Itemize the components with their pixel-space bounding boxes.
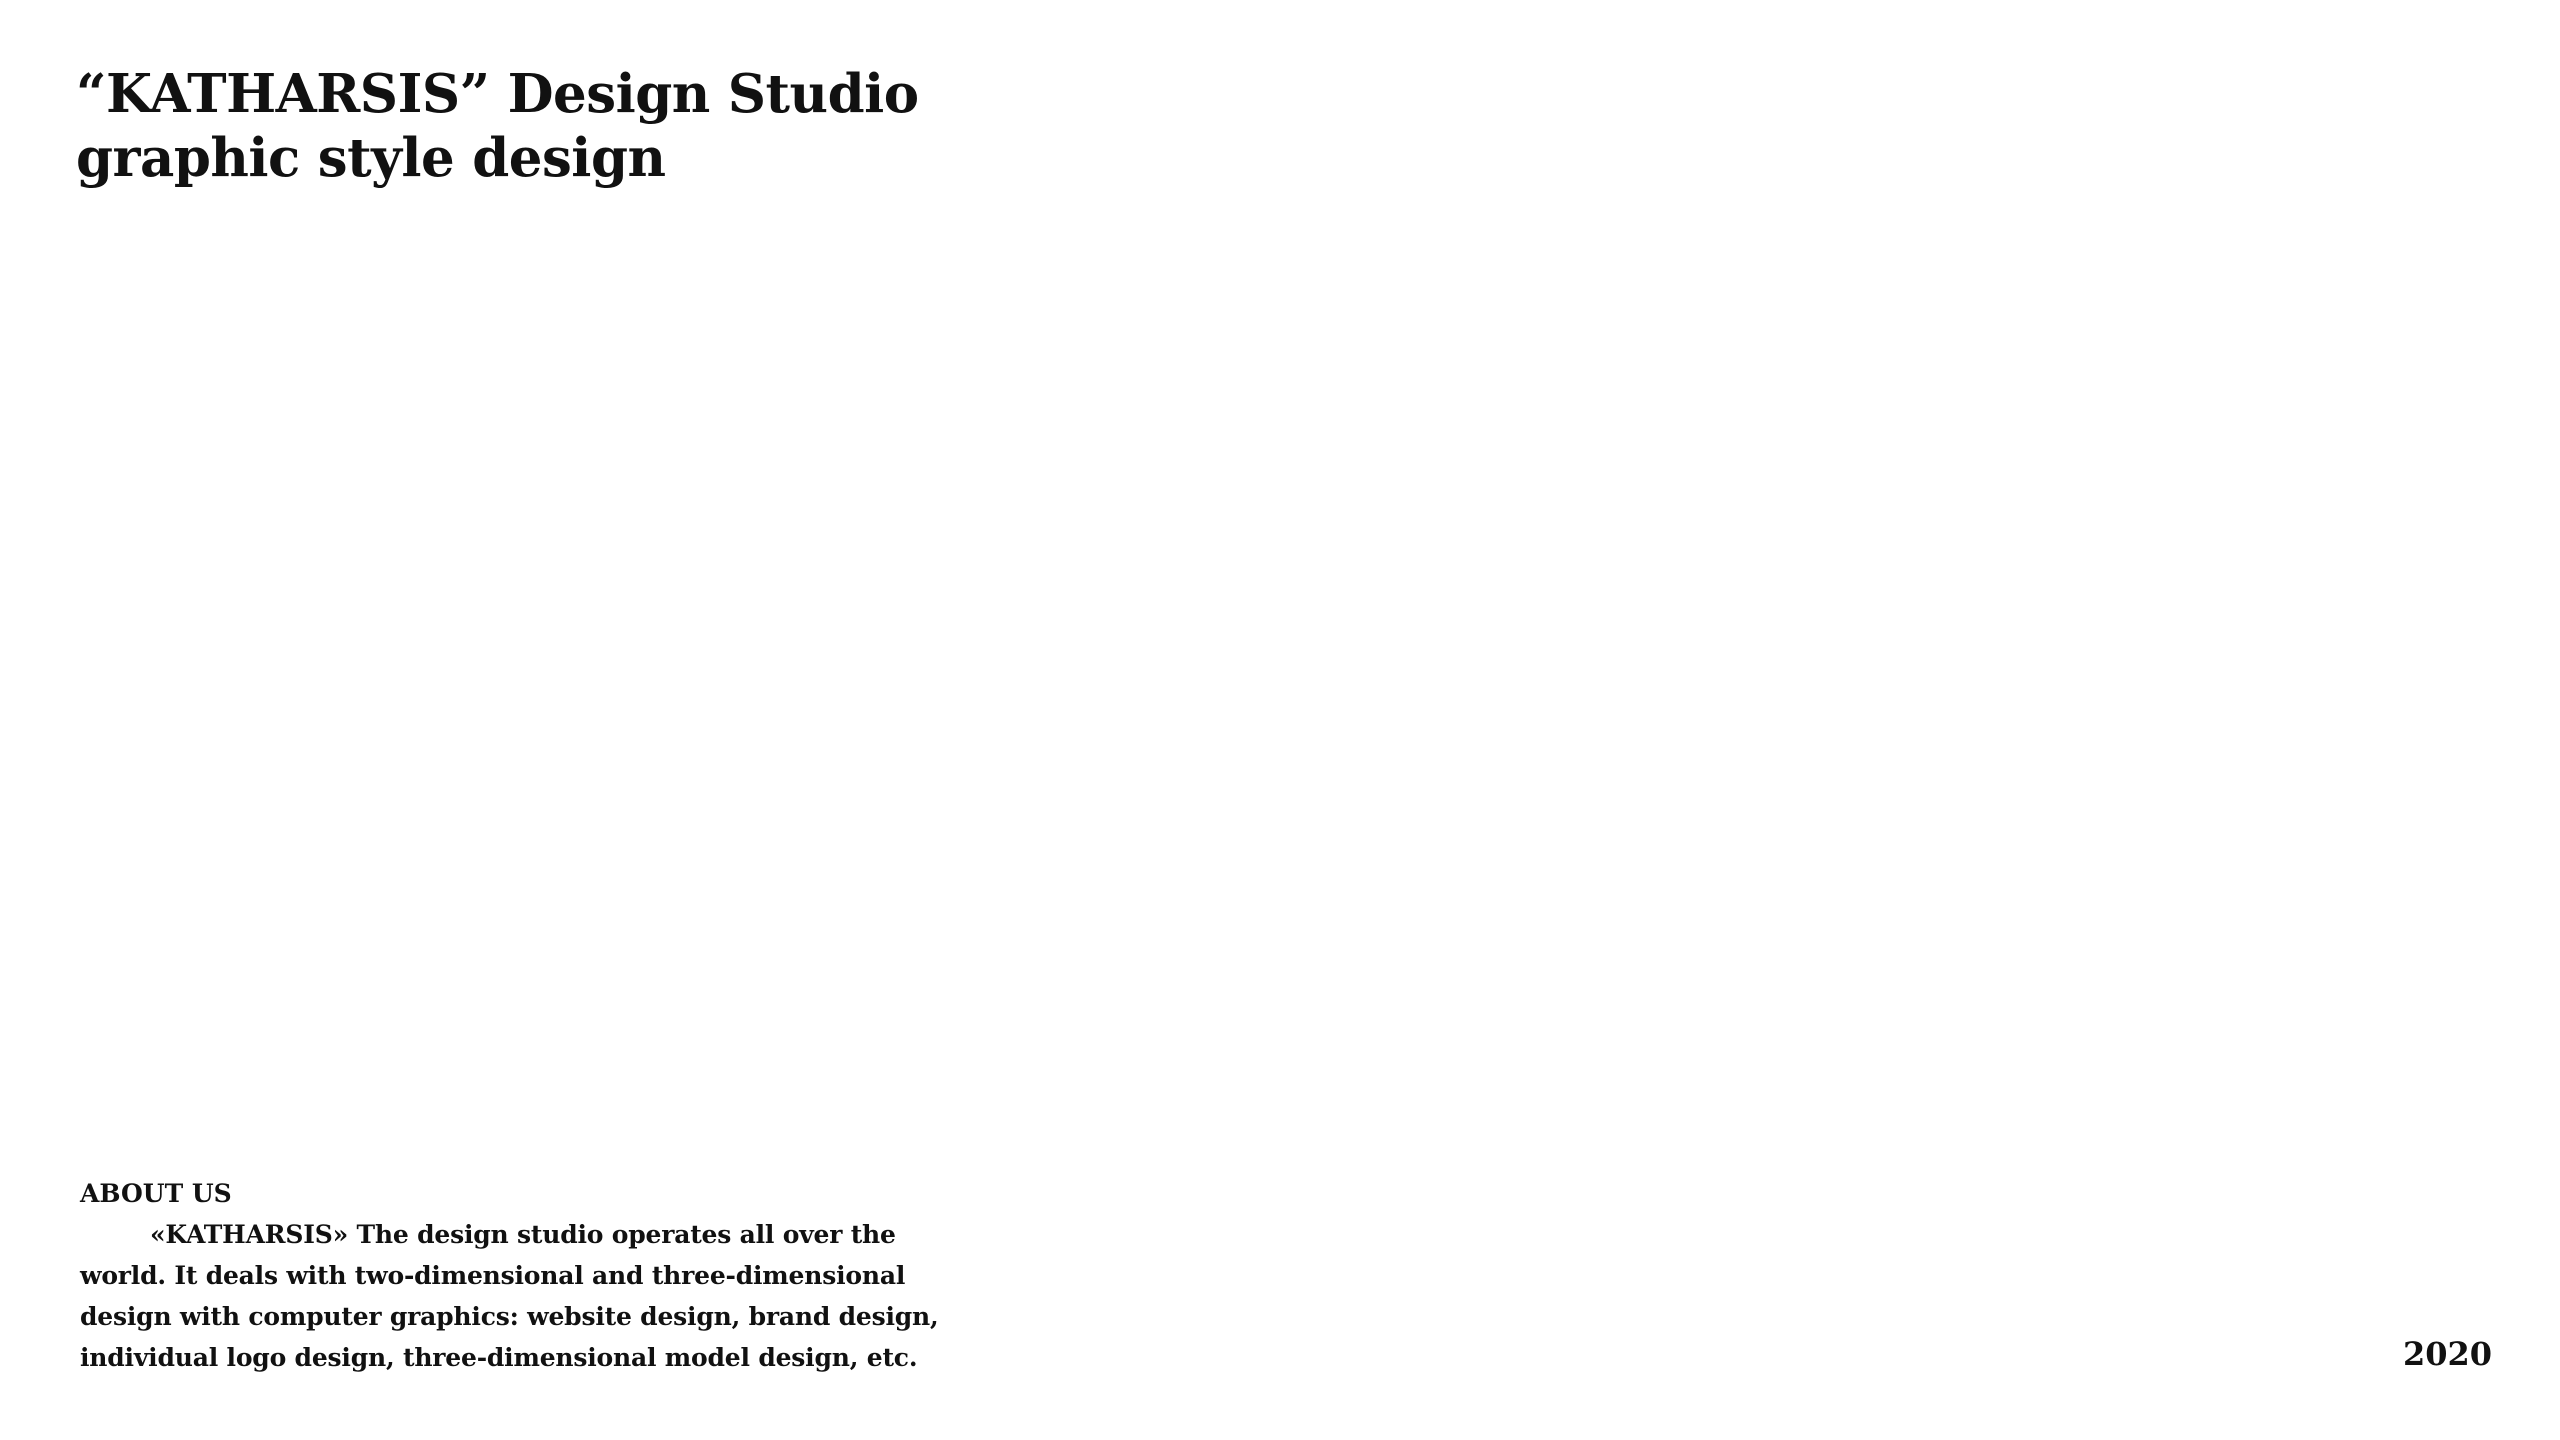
title-line-subtitle: graphic style design (76, 127, 666, 189)
about-heading: ABOUT US (80, 1179, 232, 1208)
about-section: ABOUT US «KATHARSIS» The design studio o… (80, 1173, 940, 1378)
title-line-studio-name: “KATHARSIS” Design Studio (76, 63, 919, 125)
year-label: 2020 (2402, 1335, 2492, 1373)
about-body-text: «KATHARSIS» The design studio operates a… (80, 1220, 939, 1372)
page-title: “KATHARSIS” Design Studio graphic style … (76, 62, 1176, 190)
